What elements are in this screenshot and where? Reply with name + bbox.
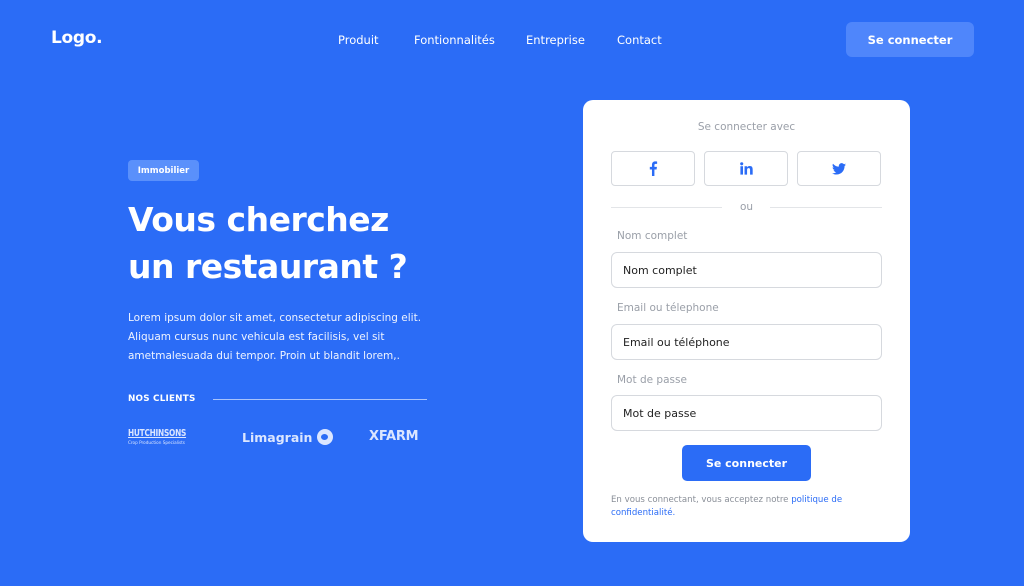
hutchinsons-tagline: Crop Production Specialists (128, 440, 185, 445)
password-input[interactable] (611, 395, 882, 431)
twitter-login-button[interactable] (797, 151, 881, 186)
clients-label: NOS CLIENTS (128, 394, 196, 404)
submit-login-button[interactable]: Se connecter (682, 445, 811, 481)
clients-divider (213, 399, 427, 400)
facebook-login-button[interactable] (611, 151, 695, 186)
linkedin-login-button[interactable] (704, 151, 788, 186)
legal-text: En vous connectant, vous acceptez notre (611, 495, 792, 505)
full-name-input[interactable] (611, 252, 882, 288)
twitter-icon (832, 162, 846, 175)
hutchinsons-wordmark: HUTCHINSONS (128, 428, 187, 439)
card-subtitle: Se connecter avec (697, 121, 796, 133)
divider-right (770, 207, 882, 208)
header-login-button[interactable]: Se connecter (846, 22, 974, 57)
category-badge: Immobilier (128, 160, 199, 181)
nav-item-produit[interactable]: Produit (338, 33, 379, 47)
client-logo-limagrain: Limagrain (242, 429, 334, 445)
password-label: Mot de passe (617, 374, 687, 386)
hero-title-line1: Vous cherchez (128, 200, 389, 239)
client-logo-hutchinsons: HUTCHINSONS Crop Production Specialists (128, 428, 196, 450)
hero-description: Lorem ipsum dolor sit amet, consectetur … (128, 312, 422, 362)
contact-label: Email ou télephone (617, 302, 719, 314)
facebook-icon (648, 161, 658, 176)
limagrain-icon (317, 429, 334, 445)
hero-title: Vous cherchez un restaurant ? (128, 196, 448, 290)
login-card: Se connecter avec ou Nom complet Email o… (583, 100, 910, 542)
client-logo-xfarm: XFARM (369, 429, 419, 444)
nav-item-fonctionnalites[interactable]: Fontionnalités (414, 33, 495, 47)
linkedin-icon (739, 162, 753, 175)
name-label: Nom complet (617, 230, 688, 242)
email-phone-input[interactable] (611, 324, 882, 360)
legal-notice: En vous connectant, vous acceptez notre … (611, 494, 882, 520)
nav-item-contact[interactable]: Contact (617, 33, 662, 47)
hero-title-line2: un restaurant ? (128, 247, 408, 286)
limagrain-wordmark: Limagrain (242, 429, 313, 445)
nav-item-entreprise[interactable]: Entreprise (526, 33, 585, 47)
